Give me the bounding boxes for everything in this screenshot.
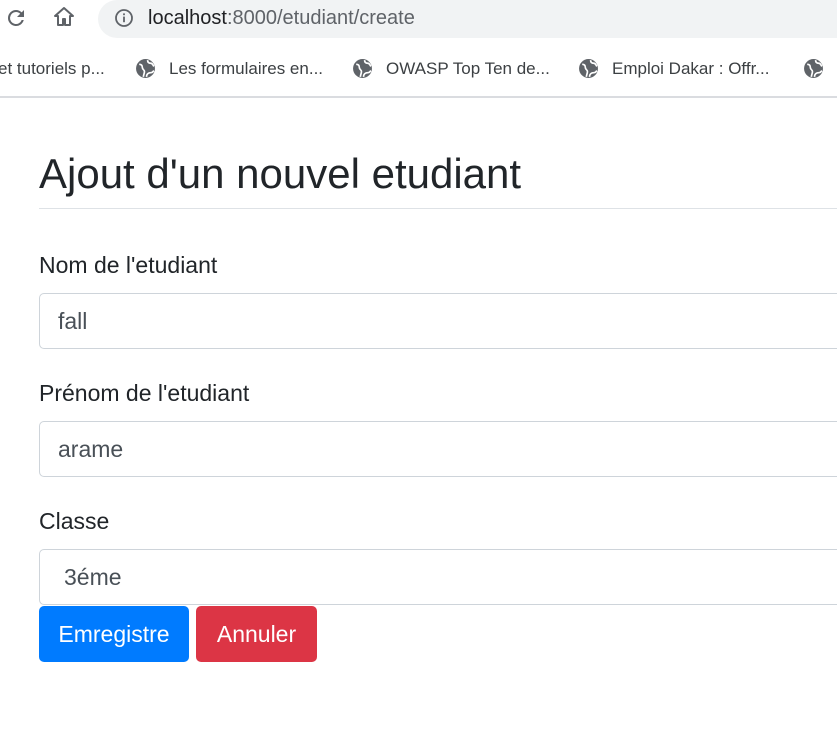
prenom-input[interactable]: arame <box>39 421 837 477</box>
globe-icon <box>804 59 823 78</box>
url-text: localhost:8000/etudiant/create <box>148 6 415 30</box>
bookmark-label: Emploi Dakar : Offr... <box>612 59 770 78</box>
url-path: :8000/etudiant/create <box>226 7 415 29</box>
globe-icon <box>136 59 155 78</box>
bookmark-label: Les formulaires en... <box>169 59 324 78</box>
page-title: Ajout d'un nouvel etudiant <box>39 150 522 197</box>
address-bar[interactable]: localhost:8000/etudiant/create <box>98 0 837 38</box>
bookmark-label: et tutoriels p... <box>0 59 105 78</box>
browser-toolbar: localhost:8000/etudiant/create <box>0 0 837 40</box>
save-button[interactable]: Emregistre <box>39 606 189 662</box>
bookmarks-bar: et tutoriels p... Les formulaires en... … <box>0 52 837 86</box>
url-host: localhost <box>148 7 227 29</box>
nom-input[interactable]: fall <box>39 293 837 349</box>
globe-icon <box>579 59 598 78</box>
home-icon[interactable] <box>52 5 76 29</box>
prenom-label: Prénom de l'etudiant <box>39 380 250 406</box>
nom-label: Nom de l'etudiant <box>39 252 218 278</box>
classe-label: Classe <box>39 508 110 534</box>
cancel-button[interactable]: Annuler <box>196 606 317 662</box>
bookmark-label: OWASP Top Ten de... <box>386 59 550 78</box>
classe-select[interactable]: 3éme <box>39 549 837 605</box>
reload-icon[interactable] <box>4 6 28 30</box>
globe-icon <box>353 59 372 78</box>
toolbar-divider <box>0 96 837 98</box>
title-divider <box>39 208 837 209</box>
info-icon[interactable] <box>114 8 134 28</box>
